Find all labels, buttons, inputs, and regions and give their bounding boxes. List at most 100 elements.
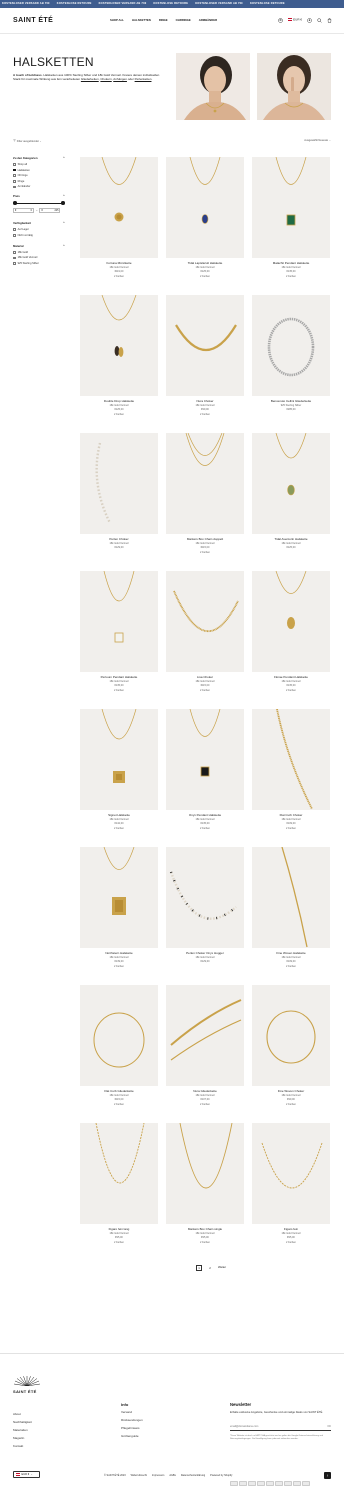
nav-halsketten[interactable]: HALSKETTEN: [132, 18, 151, 22]
product-card[interactable]: Florae Pendant Halskette 18k Gold Vermeil…: [252, 571, 330, 709]
price-range-slider[interactable]: [13, 201, 65, 205]
product-card[interactable]: Perlen Choker Onyx Hugger 18k Gold Vermei…: [166, 847, 244, 985]
product-image[interactable]: [166, 157, 244, 258]
product-image[interactable]: [80, 295, 158, 396]
product-image[interactable]: [166, 709, 244, 810]
footer-link-magazin[interactable]: Magazin: [13, 1436, 32, 1441]
category-option[interactable]: Ohrringe: [13, 174, 65, 177]
checkbox[interactable]: [13, 228, 16, 231]
link-gliederketten[interactable]: Gliederketten: [81, 77, 99, 81]
checkbox[interactable]: [13, 233, 16, 237]
account-icon[interactable]: [278, 18, 284, 23]
product-name[interactable]: Signet Halskette: [80, 813, 158, 818]
material-option[interactable]: 18k Gold Vermeil: [13, 256, 65, 259]
product-name[interactable]: Perlen Choker: [80, 537, 158, 542]
footer-link-pflegehinweis[interactable]: Pflegehinweis: [121, 1426, 143, 1431]
product-name[interactable]: Tidal Lapislazuli Halskette: [166, 261, 244, 266]
product-card[interactable]: Figaro fein lang 18k Gold Vermeil €95,00 2 …: [80, 1123, 158, 1261]
product-image[interactable]: [166, 985, 244, 1086]
link-perlenketten[interactable]: Perlenketten: [135, 77, 152, 81]
product-name[interactable]: Lisa Choker: [166, 675, 244, 680]
product-name[interactable]: Double Drop Halskette: [80, 399, 158, 404]
newsletter-email-input[interactable]: email@domaindame.com OK: [230, 1425, 331, 1431]
footer-link-ruecksendungen[interactable]: Rücksendungen: [121, 1418, 143, 1423]
footer-link-nachhaltigkeit[interactable]: Nachhaltigkeit: [13, 1420, 32, 1425]
checkbox[interactable]: [13, 185, 16, 189]
cart-icon[interactable]: [327, 18, 332, 23]
link-anhaengen[interactable]: Anhängen: [113, 77, 127, 81]
product-card[interactable]: Nura Gliederkette 18k Gold Vermeil €107,00…: [166, 985, 244, 1123]
filter-material-heading[interactable]: Material ⌃: [13, 244, 65, 248]
checkbox[interactable]: [13, 180, 16, 183]
product-name[interactable]: Fortuna Münzkette: [80, 261, 158, 266]
product-image[interactable]: [80, 571, 158, 672]
product-image[interactable]: [166, 295, 244, 396]
category-option[interactable]: Ringe: [13, 180, 65, 183]
footer-link-kontakt[interactable]: Kontakt: [13, 1444, 32, 1449]
product-image[interactable]: [252, 847, 330, 948]
site-logo[interactable]: SAINT ÉTÉ: [13, 17, 53, 26]
product-image[interactable]: [252, 709, 330, 810]
product-image[interactable]: [166, 433, 244, 534]
product-image[interactable]: [80, 847, 158, 948]
product-image[interactable]: [252, 985, 330, 1086]
back-to-top-button[interactable]: ↑: [324, 1472, 331, 1479]
search-icon[interactable]: [317, 18, 322, 23]
product-name[interactable]: Fine Woven Halskette: [252, 951, 330, 956]
nav-ohrringe[interactable]: OHRRINGE: [176, 18, 191, 22]
product-card[interactable]: Northstern Halskette 18k Gold Vermeil €139…: [80, 847, 158, 985]
product-name[interactable]: Fine Woven Choker: [252, 1089, 330, 1094]
product-name[interactable]: Markers Box Chain single: [166, 1227, 244, 1232]
product-name[interactable]: Nura Gliederkette: [166, 1089, 244, 1094]
newsletter-submit-button[interactable]: OK: [327, 1425, 331, 1430]
product-image[interactable]: [80, 1123, 158, 1224]
price-slider-max-handle[interactable]: [61, 201, 65, 205]
legal-impressum[interactable]: Impressum: [152, 1474, 164, 1477]
currency-selector[interactable]: EUR €: [288, 18, 302, 22]
product-name[interactable]: Figaro fein lang: [80, 1227, 158, 1232]
product-card[interactable]: Lisa Choker 18k Gold Vermeil €115,00 2 Farb…: [166, 571, 244, 709]
product-card[interactable]: Flat Curb Gliederkette 18k Gold Vermeil €1…: [80, 985, 158, 1123]
footer-logo[interactable]: SAINT ÉTÉ: [13, 1376, 41, 1394]
product-image[interactable]: [252, 295, 330, 396]
material-option[interactable]: 18k Gold: [13, 251, 65, 254]
product-image[interactable]: [80, 709, 158, 810]
filter-availability-heading[interactable]: Verfügbarkeit ⌃: [13, 221, 65, 225]
product-image[interactable]: [252, 1123, 330, 1224]
product-card[interactable]: Tidal Lapislazuli Halskette 18k Gold Verm…: [166, 157, 244, 295]
product-image[interactable]: [166, 847, 244, 948]
product-name[interactable]: Figaro fein: [252, 1227, 330, 1232]
checkbox[interactable]: [13, 174, 16, 178]
checkbox[interactable]: [13, 168, 16, 172]
product-image[interactable]: [252, 571, 330, 672]
product-card[interactable]: Signet Halskette 18k Gold Vermeil €142,00 2…: [80, 709, 158, 847]
product-card[interactable]: Double Drop Halskette 18k Gold Vermeil €12…: [80, 295, 158, 433]
price-max-input[interactable]: €225: [39, 208, 61, 214]
product-card[interactable]: Tidal Aventurin Halskette 18k Gold Vermei…: [252, 433, 330, 571]
footer-link-groessenguide[interactable]: Größenguide: [121, 1434, 143, 1439]
product-card[interactable]: Fortuna Münzkette 18k Gold Vermeil €119,00…: [80, 157, 158, 295]
product-image[interactable]: [80, 157, 158, 258]
product-card[interactable]: Benvenuto Cellini Gliederkette 925 Sterli…: [252, 295, 330, 433]
category-option[interactable]: Halsketten: [13, 169, 65, 172]
footer-link-about[interactable]: About: [13, 1412, 32, 1417]
page-2[interactable]: 2: [207, 1265, 213, 1271]
availability-option[interactable]: Auf Lager: [13, 228, 65, 231]
product-card[interactable]: Onyx Pendant Halskette 18k Gold Vermeil €1…: [166, 709, 244, 847]
link-chokern[interactable]: Chokern: [100, 77, 111, 81]
footer-link-materialien[interactable]: Materialien: [13, 1428, 32, 1433]
product-name[interactable]: Markers Box Chain doppelt: [166, 537, 244, 542]
checkbox[interactable]: [13, 262, 16, 265]
sort-select[interactable]: Ausgewählt Neueste ⌄: [304, 139, 331, 142]
filter-price-heading[interactable]: Preis ⌃: [13, 194, 65, 198]
legal-agbs[interactable]: AGBs: [169, 1474, 176, 1477]
product-name[interactable]: Malachit Pendant Halskette: [252, 261, 330, 266]
product-card[interactable]: Markers Box Chain single 18k Gold Vermeil…: [166, 1123, 244, 1261]
filter-categories-heading[interactable]: Zu den Kategorien ⌃: [13, 156, 65, 160]
price-min-input[interactable]: €0: [13, 208, 34, 214]
product-card[interactable]: Figaro fein 18k Gold Vermeil €95,00 2 Farbe…: [252, 1123, 330, 1261]
availability-option[interactable]: Nicht vorrätig: [13, 234, 65, 237]
page-1[interactable]: 1: [196, 1265, 202, 1271]
checkbox[interactable]: [13, 256, 16, 260]
footer-link-versand[interactable]: Versand: [121, 1410, 143, 1415]
